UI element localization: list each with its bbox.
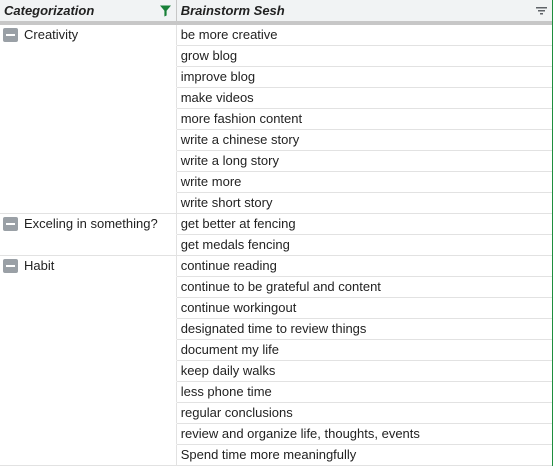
collapse-minus-icon[interactable] (3, 259, 18, 273)
item-cell[interactable]: be more creative (176, 25, 552, 46)
item-text: designated time to review things (180, 321, 367, 336)
item-cell[interactable]: Spend time more meaningfully (176, 445, 552, 466)
category-cell-empty[interactable] (0, 319, 177, 340)
item-cell[interactable]: write a chinese story (176, 130, 552, 151)
category-cell-empty[interactable] (0, 88, 177, 109)
item-text: Spend time more meaningfully (180, 447, 357, 462)
table-row: more fashion content (0, 109, 552, 130)
category-cell-empty[interactable] (0, 361, 177, 382)
item-text: grow blog (180, 48, 238, 63)
item-text: regular conclusions (180, 405, 293, 420)
collapse-minus-icon[interactable] (3, 217, 18, 231)
item-text: continue to be grateful and content (180, 279, 381, 294)
category-cell-empty[interactable] (0, 151, 177, 172)
category-cell-empty[interactable] (0, 235, 177, 256)
item-text: be more creative (180, 27, 278, 42)
table-row: write a long story (0, 151, 552, 172)
category-cell-empty[interactable] (0, 340, 177, 361)
table-row: Creativity be more creative (0, 25, 552, 46)
item-cell[interactable]: document my life (176, 340, 552, 361)
item-cell[interactable]: designated time to review things (176, 319, 552, 340)
item-cell[interactable]: improve blog (176, 67, 552, 88)
collapse-minus-icon[interactable] (3, 28, 18, 42)
table-row: keep daily walks (0, 361, 552, 382)
table-row: get medals fencing (0, 235, 552, 256)
category-cell[interactable]: Habit (0, 256, 177, 277)
table-body: Creativity be more creative grow blog impro… (0, 25, 552, 466)
table-row: regular conclusions (0, 403, 552, 424)
item-text: make videos (180, 90, 254, 105)
item-cell[interactable]: more fashion content (176, 109, 552, 130)
table-row: Habit continue reading (0, 256, 552, 277)
table-row: continue workingout (0, 298, 552, 319)
category-cell-empty[interactable] (0, 424, 177, 445)
header-categorization-label: Categorization (4, 3, 95, 18)
header-brainstorm-sesh[interactable]: Brainstorm Sesh (177, 0, 552, 21)
item-text: write a chinese story (180, 132, 300, 147)
category-cell-empty[interactable] (0, 277, 177, 298)
table-row: write a chinese story (0, 130, 552, 151)
category-cell[interactable]: Creativity (0, 25, 177, 46)
category-cell-empty[interactable] (0, 382, 177, 403)
pivot-table: Categorization Brainstorm Sesh Creativit… (0, 0, 553, 466)
header-categorization[interactable]: Categorization (0, 0, 177, 21)
category-cell-empty[interactable] (0, 130, 177, 151)
item-cell[interactable]: write more (176, 172, 552, 193)
table-row: less phone time (0, 382, 552, 403)
item-cell[interactable]: continue workingout (176, 298, 552, 319)
category-cell-empty[interactable] (0, 403, 177, 424)
filter-funnel-icon[interactable] (159, 4, 172, 17)
item-text: continue reading (180, 258, 277, 273)
item-text: review and organize life, thoughts, even… (180, 426, 420, 441)
category-cell-empty[interactable] (0, 46, 177, 67)
item-text: keep daily walks (180, 363, 276, 378)
table-row: make videos (0, 88, 552, 109)
header-row: Categorization Brainstorm Sesh (0, 0, 552, 22)
table-row: document my life (0, 340, 552, 361)
item-cell[interactable]: grow blog (176, 46, 552, 67)
category-cell-empty[interactable] (0, 193, 177, 214)
filter-list-icon[interactable] (535, 4, 548, 17)
table-row: grow blog (0, 46, 552, 67)
category-label: Creativity (24, 27, 79, 42)
category-cell[interactable]: Exceling in something? (0, 214, 177, 235)
item-text: continue workingout (180, 300, 297, 315)
category-label: Habit (24, 258, 55, 273)
table-row: write short story (0, 193, 552, 214)
item-cell[interactable]: get medals fencing (176, 235, 552, 256)
table-row: Exceling in something? get better at fenc… (0, 214, 552, 235)
table-row: improve blog (0, 67, 552, 88)
item-text: get medals fencing (180, 237, 290, 252)
category-cell-empty[interactable] (0, 445, 177, 466)
table-row: write more (0, 172, 552, 193)
item-cell[interactable]: write a long story (176, 151, 552, 172)
item-text: write a long story (180, 153, 279, 168)
item-cell[interactable]: make videos (176, 88, 552, 109)
table-row: Spend time more meaningfully (0, 445, 552, 466)
item-text: less phone time (180, 384, 272, 399)
item-cell[interactable]: keep daily walks (176, 361, 552, 382)
table-row: designated time to review things (0, 319, 552, 340)
table-row: review and organize life, thoughts, even… (0, 424, 552, 445)
item-text: write short story (180, 195, 273, 210)
item-text: improve blog (180, 69, 256, 84)
item-cell[interactable]: less phone time (176, 382, 552, 403)
category-cell-empty[interactable] (0, 172, 177, 193)
category-cell-empty[interactable] (0, 109, 177, 130)
category-cell-empty[interactable] (0, 67, 177, 88)
item-cell[interactable]: write short story (176, 193, 552, 214)
header-brainstorm-sesh-label: Brainstorm Sesh (180, 3, 285, 18)
item-cell[interactable]: review and organize life, thoughts, even… (176, 424, 552, 445)
item-cell[interactable]: continue to be grateful and content (176, 277, 552, 298)
category-cell-empty[interactable] (0, 298, 177, 319)
item-text: get better at fencing (180, 216, 296, 231)
item-text: document my life (180, 342, 279, 357)
item-text: more fashion content (180, 111, 303, 126)
item-cell[interactable]: regular conclusions (176, 403, 552, 424)
item-cell[interactable]: continue reading (176, 256, 552, 277)
item-cell[interactable]: get better at fencing (176, 214, 552, 235)
item-text: write more (180, 174, 242, 189)
category-label: Exceling in something? (24, 216, 158, 231)
table-row: continue to be grateful and content (0, 277, 552, 298)
